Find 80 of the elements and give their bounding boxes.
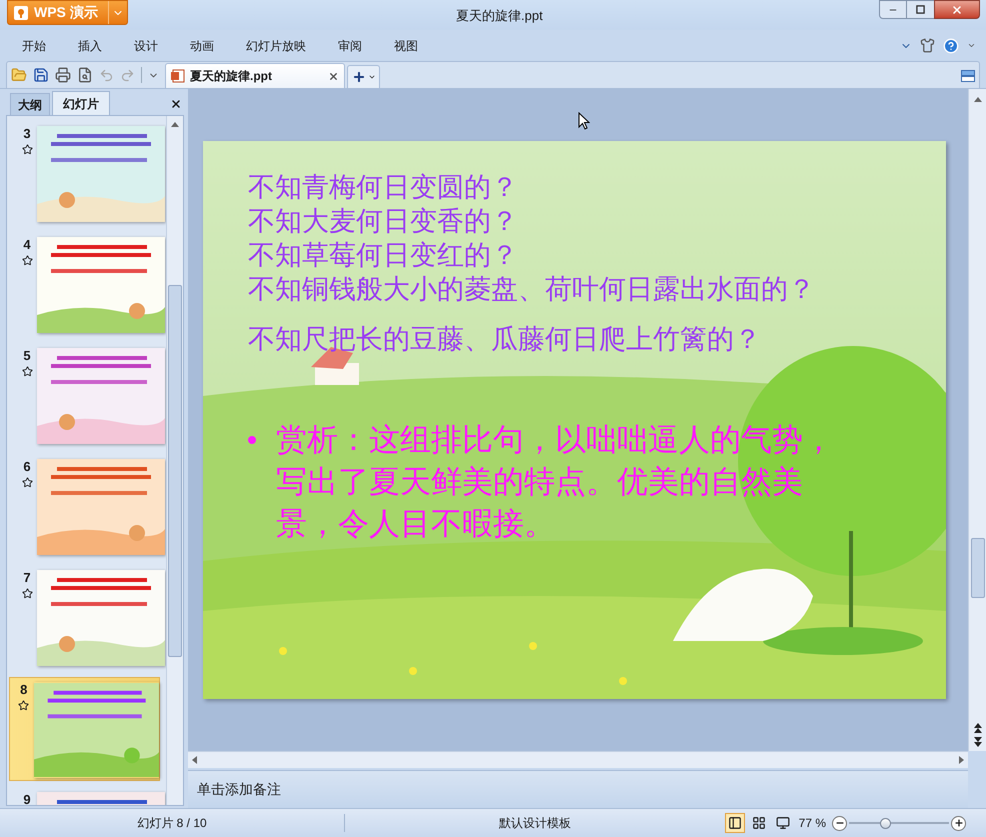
maximize-button[interactable] bbox=[907, 0, 934, 19]
print-preview-icon[interactable] bbox=[77, 67, 93, 83]
scrollbar-thumb[interactable] bbox=[168, 285, 182, 657]
slide-thumbnail-item[interactable]: 6 bbox=[11, 455, 166, 559]
presentation-file-icon bbox=[171, 69, 185, 83]
slide-thumbnail-item[interactable]: 7 bbox=[11, 566, 166, 670]
monitor-icon bbox=[776, 816, 790, 830]
menu-item[interactable]: 动画 bbox=[190, 36, 214, 54]
menu-item[interactable]: 插入 bbox=[78, 36, 102, 54]
save-icon[interactable] bbox=[33, 67, 49, 83]
logo-icon bbox=[14, 6, 28, 20]
slide-number: 3 bbox=[23, 127, 31, 141]
scrollbar[interactable] bbox=[968, 89, 986, 751]
transition-star-icon bbox=[22, 366, 32, 377]
window-title: 夏天的旋律.ppt bbox=[456, 7, 543, 25]
menu-item[interactable]: 幻灯片放映 bbox=[246, 36, 306, 54]
menu-item[interactable]: 视图 bbox=[394, 36, 418, 54]
caret-icon[interactable] bbox=[967, 41, 976, 50]
window-arrange-icon[interactable] bbox=[961, 70, 975, 82]
close-button[interactable] bbox=[934, 0, 980, 19]
new-tab-button[interactable] bbox=[347, 65, 380, 88]
slide-text-line: 不知大麦何日变香的？ bbox=[248, 205, 519, 239]
zoom-out-button[interactable] bbox=[832, 816, 847, 830]
scroll-right-icon[interactable] bbox=[959, 756, 964, 764]
slide-counter: 幻灯片 8 / 10 bbox=[137, 815, 207, 832]
mouse-pointer-icon bbox=[578, 112, 590, 130]
plus-icon bbox=[352, 70, 366, 84]
scrollbar-thumb[interactable] bbox=[970, 538, 984, 598]
next-slide-icon[interactable] bbox=[974, 737, 982, 747]
slide-text-line: 不知尺把长的豆藤、瓜藤何日爬上竹篱的？ bbox=[248, 323, 762, 357]
scroll-left-icon[interactable] bbox=[192, 756, 197, 764]
slide-bullet-text: 赏析：这组排比句，以咄咄逼人的气势，写出了夏天鲜美的特点。优美的自然美景，令人目不暇接。 bbox=[276, 421, 835, 544]
slide-number: 7 bbox=[23, 571, 31, 585]
notes-field[interactable]: 单击添加备注 bbox=[188, 770, 968, 808]
slide-thumbnail-item[interactable]: 5 bbox=[11, 344, 166, 448]
slide-thumbnail-item[interactable]: 4 bbox=[11, 233, 166, 337]
slide-number: 9 bbox=[23, 793, 31, 805]
zoom-percent: 77 % bbox=[798, 815, 826, 832]
slide-number: 5 bbox=[23, 349, 31, 363]
panel-tab[interactable]: 大纲 bbox=[10, 93, 50, 115]
previous-slide-icon[interactable] bbox=[974, 723, 982, 733]
menu-item[interactable]: 审阅 bbox=[338, 36, 362, 54]
plus-icon bbox=[954, 818, 964, 828]
zoom-in-button[interactable] bbox=[951, 816, 966, 830]
app-name: WPS 演示 bbox=[34, 3, 98, 22]
slide-number: 6 bbox=[23, 460, 31, 474]
scroll-up-icon[interactable] bbox=[171, 122, 179, 127]
slide-text-line: 不知草莓何日变红的？ bbox=[248, 239, 519, 273]
transition-star-icon bbox=[18, 700, 30, 711]
scrollbar[interactable] bbox=[188, 751, 968, 768]
transition-star-icon bbox=[22, 144, 32, 155]
grid-icon bbox=[752, 816, 766, 830]
slide-thumbnail-item[interactable]: 8 bbox=[9, 677, 160, 781]
transition-star-icon bbox=[22, 588, 32, 599]
menu-item[interactable]: 开始 bbox=[22, 36, 46, 54]
transition-star-icon bbox=[22, 477, 32, 488]
caret-icon bbox=[368, 73, 376, 81]
slide-text-line: 不知青梅何日变圆的？ bbox=[248, 171, 519, 205]
slide-number: 4 bbox=[23, 238, 31, 252]
maximize-icon bbox=[916, 5, 925, 14]
slide-thumbnail-item[interactable]: 3 bbox=[11, 122, 166, 226]
view-button[interactable] bbox=[724, 813, 745, 833]
normal-view-icon bbox=[728, 816, 742, 830]
template-name: 默认设计模板 bbox=[498, 815, 571, 832]
close-icon bbox=[951, 4, 963, 16]
zoom-slider[interactable] bbox=[849, 816, 949, 830]
shirt-icon[interactable] bbox=[920, 38, 935, 53]
slide-text-line: 不知铜钱般大小的菱盘、荷叶何日露出水面的？ bbox=[248, 273, 816, 307]
scroll-up-icon[interactable] bbox=[974, 97, 982, 102]
transition-star-icon bbox=[22, 255, 32, 266]
slide-thumbnail-item[interactable]: 9 bbox=[11, 788, 166, 805]
slide-number: 8 bbox=[20, 683, 28, 697]
close-tab-icon[interactable] bbox=[328, 70, 339, 82]
scrollbar[interactable] bbox=[166, 116, 183, 805]
help-icon[interactable] bbox=[943, 38, 959, 54]
close-panel-icon[interactable] bbox=[170, 98, 182, 110]
print-icon[interactable] bbox=[55, 67, 71, 83]
panel-tab[interactable]: 幻灯片 bbox=[52, 91, 110, 115]
menu-item[interactable]: 设计 bbox=[134, 36, 158, 54]
document-tab[interactable]: 夏天的旋律.ppt bbox=[165, 63, 345, 88]
